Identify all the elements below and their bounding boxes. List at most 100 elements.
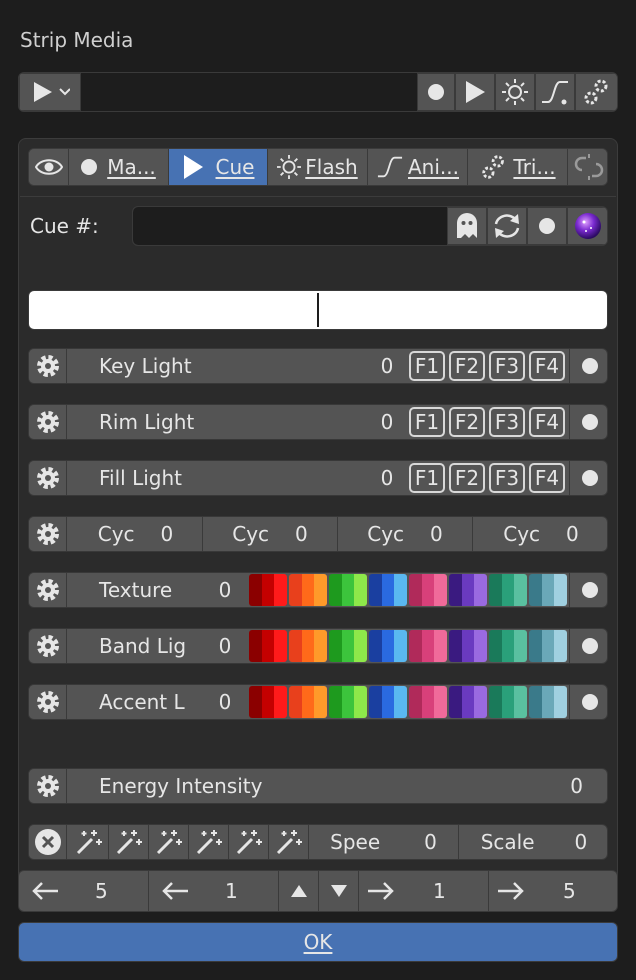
record-button[interactable] xyxy=(417,73,455,111)
key-light-value[interactable]: 0 xyxy=(367,349,407,383)
color-swatch-0-8[interactable] xyxy=(529,574,567,606)
color-swatch-1-6[interactable] xyxy=(449,630,487,662)
color-swatch-1-2[interactable] xyxy=(289,630,327,662)
tab-animation[interactable]: Ani... xyxy=(368,149,468,185)
energy-settings-button[interactable] xyxy=(29,769,67,803)
color-swatch-0-5[interactable] xyxy=(409,574,447,606)
tab-trigger[interactable]: Tri... xyxy=(468,149,568,185)
speed-field[interactable]: Spee 0 xyxy=(309,825,459,859)
energy-intensity-field[interactable]: Energy Intensity 0 xyxy=(69,769,607,803)
key-light-f3[interactable]: F3 xyxy=(489,351,525,381)
color-row-record-button[interactable] xyxy=(569,573,607,607)
swatch-band xyxy=(501,630,515,662)
cue-number-input[interactable] xyxy=(133,207,447,245)
visibility-toggle[interactable] xyxy=(29,149,69,185)
scale-field[interactable]: Scale 0 xyxy=(459,825,607,859)
fill-light-f1[interactable]: F1 xyxy=(409,463,445,493)
band-light-settings-button[interactable] xyxy=(29,629,67,663)
orb-button[interactable] xyxy=(567,207,607,245)
playback-mode-dropdown[interactable] xyxy=(19,73,81,111)
step-back-near[interactable]: 1 xyxy=(149,871,279,911)
color-swatch-2-6[interactable] xyxy=(449,686,487,718)
color-row-record-button[interactable] xyxy=(569,685,607,719)
cue-record-button[interactable] xyxy=(527,207,567,245)
fill-light-f4[interactable]: F4 xyxy=(529,463,565,493)
magic-wand-button-5[interactable] xyxy=(229,825,269,859)
rim-light-f1[interactable]: F1 xyxy=(409,407,445,437)
rim-light-f2[interactable]: F2 xyxy=(449,407,485,437)
color-swatch-0-4[interactable] xyxy=(369,574,407,606)
rim-light-settings-button[interactable] xyxy=(29,405,67,439)
color-swatch-0-3[interactable] xyxy=(329,574,367,606)
unlink-button[interactable] xyxy=(568,149,607,185)
key-light-f4[interactable]: F4 xyxy=(529,351,565,381)
move-down-button[interactable] xyxy=(319,871,359,911)
fill-light-record-button[interactable] xyxy=(569,461,607,495)
color-swatch-2-1[interactable] xyxy=(249,686,287,718)
key-light-f2[interactable]: F2 xyxy=(449,351,485,381)
step-forward-near[interactable]: 1 xyxy=(359,871,489,911)
cyc-settings-button[interactable] xyxy=(29,517,67,551)
key-light-f1[interactable]: F1 xyxy=(409,351,445,381)
color-swatch-1-3[interactable] xyxy=(329,630,367,662)
color-swatch-2-5[interactable] xyxy=(409,686,447,718)
accent-light-settings-button[interactable] xyxy=(29,685,67,719)
tab-cue[interactable]: Cue xyxy=(169,149,268,185)
move-up-button[interactable] xyxy=(279,871,319,911)
clear-effects-button[interactable] xyxy=(29,825,67,859)
trigger-button[interactable] xyxy=(575,73,617,111)
color-swatch-2-4[interactable] xyxy=(369,686,407,718)
cyc-field-2[interactable]: Cyc 0 xyxy=(203,517,338,551)
magic-wand-button-2[interactable] xyxy=(109,825,149,859)
cyc-field-4[interactable]: Cyc 0 xyxy=(473,517,607,551)
color-swatch-1-4[interactable] xyxy=(369,630,407,662)
ok-button[interactable]: OK xyxy=(18,922,618,962)
color-swatch-1-1[interactable] xyxy=(249,630,287,662)
rim-light-f3[interactable]: F3 xyxy=(489,407,525,437)
color-swatch-0-7[interactable] xyxy=(489,574,527,606)
step-back-far[interactable]: 5 xyxy=(19,871,149,911)
color-swatch-2-7[interactable] xyxy=(489,686,527,718)
fill-light-settings-button[interactable] xyxy=(29,461,67,495)
color-swatch-0-6[interactable] xyxy=(449,574,487,606)
tab-main[interactable]: Ma... xyxy=(69,149,169,185)
key-light-settings-button[interactable] xyxy=(29,349,67,383)
color-swatch-1-5[interactable] xyxy=(409,630,447,662)
color-swatch-2-2[interactable] xyxy=(289,686,327,718)
rim-light-f4[interactable]: F4 xyxy=(529,407,565,437)
flash-button[interactable] xyxy=(495,73,535,111)
texture-value[interactable]: 0 xyxy=(205,573,245,607)
fill-light-f3[interactable]: F3 xyxy=(489,463,525,493)
color-swatch-2-8[interactable] xyxy=(529,686,567,718)
ghost-button[interactable] xyxy=(447,207,487,245)
cyc-field-3[interactable]: Cyc 0 xyxy=(338,517,473,551)
cyc-field-1[interactable]: Cyc 0 xyxy=(69,517,203,551)
color-swatch-2-3[interactable] xyxy=(329,686,367,718)
orb-icon xyxy=(575,213,601,239)
texture-settings-button[interactable] xyxy=(29,573,67,607)
step-forward-far[interactable]: 5 xyxy=(489,871,617,911)
color-swatch-0-2[interactable] xyxy=(289,574,327,606)
intensity-slider[interactable] xyxy=(28,290,608,330)
accent-light-value[interactable]: 0 xyxy=(205,685,245,719)
magic-wand-button-1[interactable] xyxy=(69,825,109,859)
refresh-button[interactable] xyxy=(487,207,527,245)
color-row-record-button[interactable] xyxy=(569,629,607,663)
swatch-band xyxy=(289,686,302,718)
curve-button[interactable] xyxy=(535,73,575,111)
fill-light-f2[interactable]: F2 xyxy=(449,463,485,493)
rim-light-value[interactable]: 0 xyxy=(367,405,407,439)
color-swatch-0-1[interactable] xyxy=(249,574,287,606)
magic-wand-button-4[interactable] xyxy=(189,825,229,859)
rim-light-record-button[interactable] xyxy=(569,405,607,439)
fill-light-value[interactable]: 0 xyxy=(367,461,407,495)
play-button[interactable] xyxy=(455,73,495,111)
key-light-record-button[interactable] xyxy=(569,349,607,383)
color-swatch-1-7[interactable] xyxy=(489,630,527,662)
magic-wand-button-6[interactable] xyxy=(269,825,309,859)
strip-name-field[interactable] xyxy=(81,73,435,111)
tab-flash[interactable]: Flash xyxy=(268,149,368,185)
band-light-value[interactable]: 0 xyxy=(205,629,245,663)
magic-wand-button-3[interactable] xyxy=(149,825,189,859)
color-swatch-1-8[interactable] xyxy=(529,630,567,662)
